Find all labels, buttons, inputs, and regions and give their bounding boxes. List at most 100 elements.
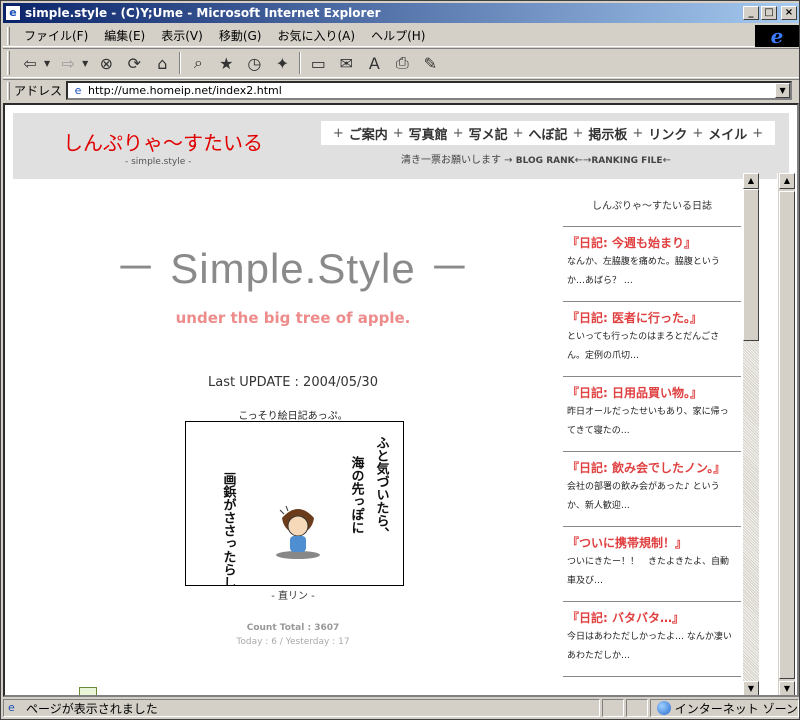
site-header: しんぷりゃ～すたいる - simple.style - + ご案内 + 写真館 … (13, 113, 789, 179)
nav-bbs-link[interactable]: 掲示板 (588, 124, 627, 143)
nav-guide-link[interactable]: ご案内 (349, 124, 388, 143)
nav-separator: + (452, 125, 464, 141)
diary-entry[interactable]: 『日記: 医者に行った。』 といっても行ったのはまろとだんごさん。定例の爪切… (563, 302, 741, 377)
diary-entry[interactable]: 『日記: 今週も始まり』 なんか、左脇腹を痛めた。脇腹というか…あばら？ … (563, 227, 741, 302)
diary-sidebar: しんぷりゃ～すたいる日誌 『日記: 今週も始まり』 なんか、左脇腹を痛めた。脇腹… (563, 187, 741, 695)
mail-icon[interactable]: ✉ (334, 51, 358, 75)
toolbar-separator (299, 52, 302, 74)
ranking-suffix: ← (662, 155, 671, 166)
bookmark-icon (79, 687, 97, 695)
sidebar-scrollbar[interactable]: ▲ ▼ (743, 173, 759, 695)
nav-separator: + (752, 125, 764, 141)
nav-separator: + (632, 125, 644, 141)
status-cell (602, 699, 625, 717)
site-title[interactable]: しんぷりゃ～すたいる (63, 127, 263, 156)
diary-entry[interactable]: 『日記: バタバタ…』 今日はあわただしかったよ… なんか凄いあわただしか… (563, 602, 741, 677)
diary-entry-title[interactable]: 『日記: バタバタ…』 (567, 609, 737, 626)
diary-entry-text: 昨日オールだったせいもあり、家に帰ってきて寝たの… (567, 407, 729, 436)
page-scrollbar[interactable]: ▲ ▼ (777, 173, 795, 695)
status-panel: e ページが表示されました (3, 699, 601, 717)
diary-entry-title[interactable]: 『日記: 今週も始まり』 (567, 234, 737, 251)
site-nav: + ご案内 + 写真館 + 写メ記 + へぼ記 + 掲示板 + リンク + メイ… (321, 121, 775, 145)
channels-icon[interactable]: ✦ (270, 51, 294, 75)
status-bar: e ページが表示されました インターネット ゾーン (3, 698, 800, 718)
menu-bar: ファイル(F) 編集(E) 表示(V) 移動(G) お気に入り(A) ヘルプ(H… (3, 24, 799, 47)
comic-credit-link[interactable]: - 直リン - (13, 587, 573, 602)
comic-drawing: ふと気づいたら、 海の先っぽに 画鋲がささったらしい。 (221, 436, 390, 585)
scroll-thumb[interactable] (743, 189, 759, 341)
comic-image[interactable]: ふと気づいたら、 海の先っぽに 画鋲がささったらしい。 (185, 421, 404, 586)
forward-dropdown-icon[interactable]: ▼ (82, 59, 88, 68)
address-field[interactable]: e http://ume.homeip.net/index2.html ▼ (66, 81, 793, 100)
forward-icon[interactable]: ⇨ (56, 51, 80, 75)
nav-hebo-diary-link[interactable]: へぼ記 (528, 124, 567, 143)
font-size-icon[interactable]: A (362, 51, 386, 75)
ranking-arrows: ←→ (574, 155, 592, 166)
menu-help[interactable]: ヘルプ(H) (363, 27, 433, 44)
diary-entry-title[interactable]: 『日記: 飲み会でしたノン。』 (567, 459, 737, 476)
menu-edit[interactable]: 編集(E) (96, 27, 153, 44)
page-scroll-up-icon[interactable]: ▲ (779, 173, 795, 189)
menu-favorites[interactable]: お気に入り(A) (269, 27, 363, 44)
diary-entry-text: なんか、左脇腹を痛めた。脇腹というか…あばら？ … (567, 257, 720, 286)
nav-photo-link[interactable]: 写真館 (409, 124, 448, 143)
fullscreen-icon[interactable]: ▭ (306, 51, 330, 75)
toolbar-grip[interactable] (7, 51, 10, 75)
nav-links-link[interactable]: リンク (648, 124, 687, 143)
scroll-up-icon[interactable]: ▲ (743, 173, 759, 189)
edit-icon[interactable]: ✎ (418, 51, 442, 75)
home-icon[interactable]: ⌂ (150, 51, 174, 75)
stop-icon[interactable]: ⊗ (94, 51, 118, 75)
zone-text: インターネット ゾーン (674, 701, 799, 716)
minimize-button[interactable]: _ (743, 6, 759, 20)
menu-view[interactable]: 表示(V) (153, 27, 211, 44)
nav-mail-link[interactable]: メイル (708, 124, 747, 143)
diary-entry[interactable]: 『日記: 飲み会でしたノン。』 会社の部署の飲み会があった♪ というか、新人歓迎… (563, 452, 741, 527)
close-button[interactable]: × (781, 6, 797, 20)
status-cell (626, 699, 648, 717)
search-icon[interactable]: ⌕ (186, 51, 210, 75)
ie-page-icon: e (5, 5, 21, 21)
browser-window: e simple.style - (C)Y;Ume - Microsoft In… (0, 0, 800, 720)
maximize-button[interactable]: □ (761, 6, 777, 20)
nav-separator: + (512, 125, 524, 141)
nav-separator: + (572, 125, 584, 141)
diary-entry-title[interactable]: 『日記: 日用品買い物。』 (567, 384, 737, 401)
menu-file[interactable]: ファイル(F) (16, 27, 96, 44)
diary-entry-title[interactable]: 『ついに携帯規制！』 (567, 534, 737, 551)
status-text: ページが表示されました (26, 701, 158, 716)
scroll-down-icon[interactable]: ▼ (743, 681, 759, 695)
page-content: しんぷりゃ～すたいる - simple.style - + ご案内 + 写真館 … (3, 103, 799, 697)
menu-grip[interactable] (7, 26, 10, 45)
nav-mobile-diary-link[interactable]: 写メ記 (469, 124, 508, 143)
diary-entry-text: 今日はあわただしかったよ… なんか凄いあわただしか… (567, 632, 732, 661)
site-subtitle: - simple.style - (125, 157, 192, 167)
diary-entry-title[interactable]: 『日記: 医者に行った。』 (567, 309, 737, 326)
security-zone[interactable]: インターネット ゾーン (649, 699, 800, 717)
menu-go[interactable]: 移動(G) (211, 27, 270, 44)
count-total: Count Total : 3607 (246, 623, 340, 633)
page-scroll-thumb[interactable] (779, 191, 795, 679)
diary-entry[interactable]: 『ついに携帯規制！』 ついにきたー！！ きたよきたよ、自動車及び… (563, 527, 741, 602)
back-icon[interactable]: ⇦ (18, 51, 42, 75)
blog-rank-link[interactable]: BLOG RANK (516, 156, 575, 166)
ranking-file-link[interactable]: RANKING FILE (591, 156, 662, 166)
print-icon[interactable]: ⎙ (390, 51, 414, 75)
hero-title: － Simple.Style － (114, 245, 472, 292)
page-done-icon: e (8, 701, 15, 714)
back-dropdown-icon[interactable]: ▼ (44, 59, 50, 68)
history-icon[interactable]: ◷ (242, 51, 266, 75)
title-bar: e simple.style - (C)Y;Ume - Microsoft In… (3, 3, 799, 23)
address-bar: アドレス e http://ume.homeip.net/index2.html… (3, 79, 799, 101)
refresh-icon[interactable]: ⟳ (122, 51, 146, 75)
window-title: simple.style - (C)Y;Ume - Microsoft Inte… (25, 6, 381, 20)
comic-line-1: ふと気づいたら、 (374, 436, 390, 540)
favorites-icon[interactable]: ★ (214, 51, 238, 75)
address-grip[interactable] (7, 81, 10, 100)
diary-entry[interactable]: 『日記: 日用品買い物。』 昨日オールだったせいもあり、家に帰ってきて寝たの… (563, 377, 741, 452)
last-update: Last UPDATE : 2004/05/30 (208, 375, 378, 390)
nav-separator: + (392, 125, 404, 141)
address-input[interactable]: http://ume.homeip.net/index2.html (88, 84, 775, 97)
page-scroll-down-icon[interactable]: ▼ (779, 681, 795, 695)
address-dropdown-icon[interactable]: ▼ (775, 83, 791, 98)
